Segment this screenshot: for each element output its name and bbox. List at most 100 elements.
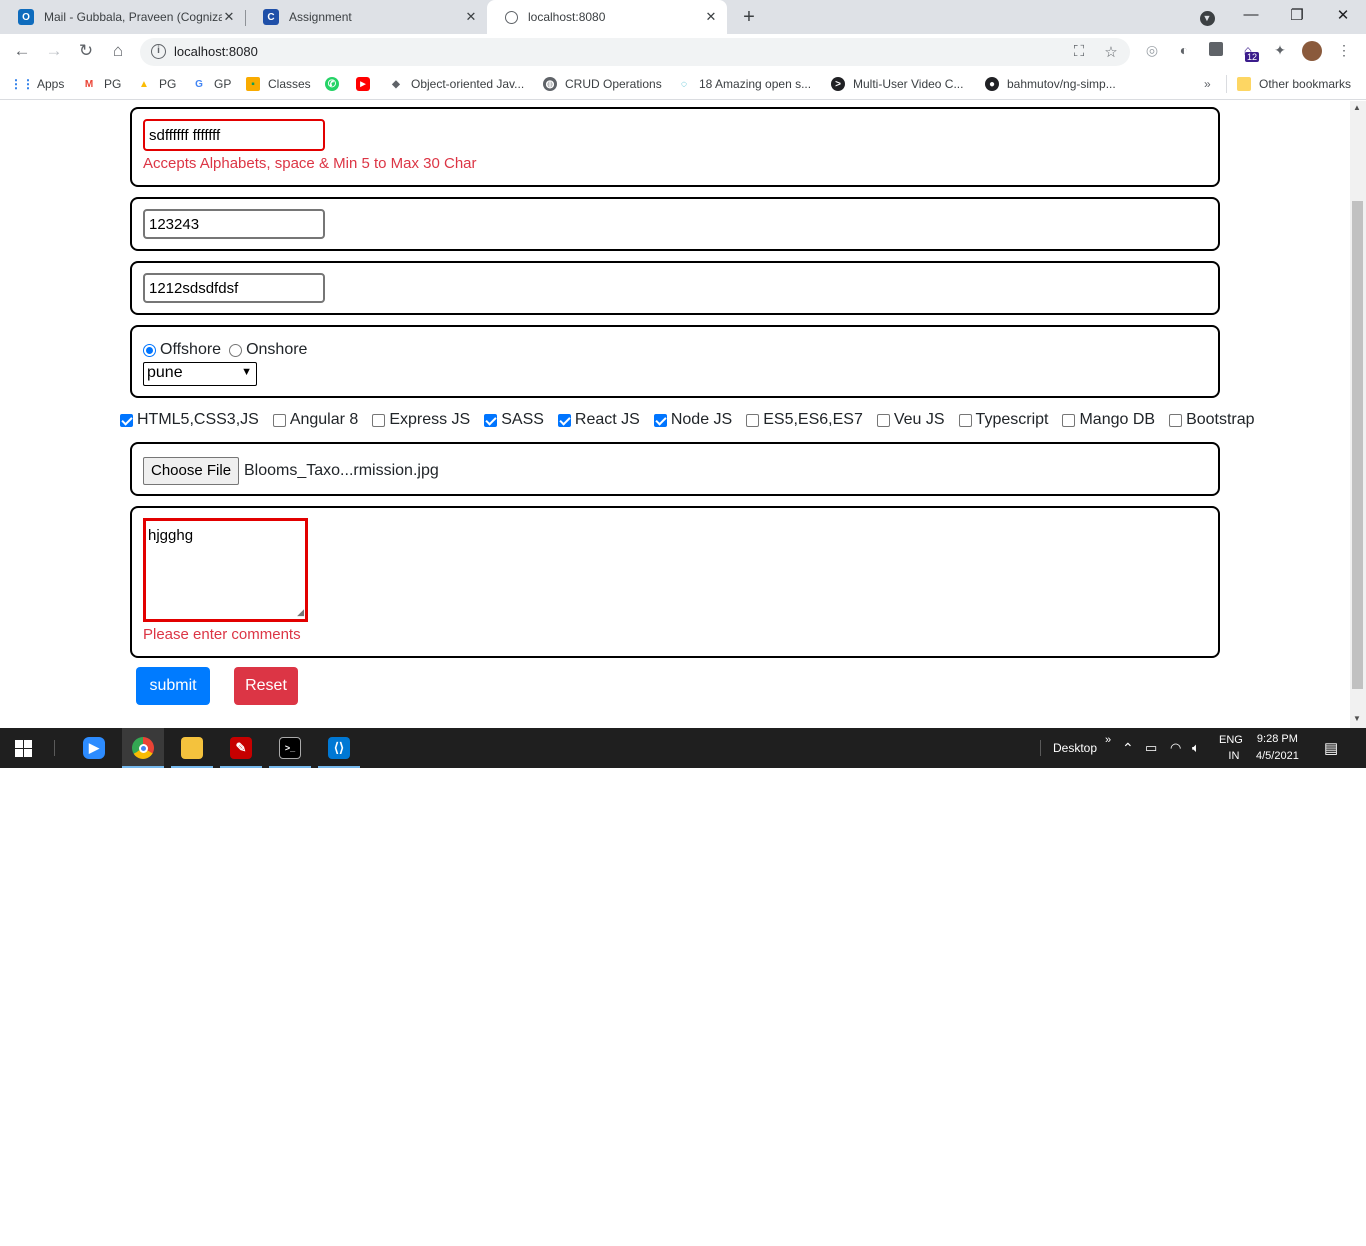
extensions-puzzle-icon[interactable]: ✦ [1271,42,1289,60]
bookmark-apps[interactable]: ⋮⋮ Apps [10,77,64,91]
acrobat-icon[interactable]: ✎ [220,728,262,768]
name-input[interactable] [143,119,325,151]
battery-icon[interactable]: ▭ [1145,728,1157,768]
extension-icon[interactable] [1207,42,1225,60]
close-icon[interactable]: ✕ [221,9,237,25]
extension-icon[interactable]: ◐ [1175,42,1193,60]
scroll-down-icon[interactable]: ▼ [1353,714,1361,723]
language-indicator[interactable]: ENG IN [1219,728,1243,768]
reload-icon[interactable]: ↻ [75,41,97,61]
city-select[interactable]: pune ▼ [143,362,257,386]
skill-react[interactable]: React JS [557,411,640,429]
skill-typescript[interactable]: Typescript [958,411,1048,429]
close-window-icon[interactable]: ✕ [1333,6,1353,24]
skill-vue[interactable]: Veu JS [876,411,945,429]
tab-assignment[interactable]: C Assignment ✕ [245,0,487,34]
scroll-up-icon[interactable]: ▲ [1353,103,1361,112]
avatar[interactable] [1302,41,1322,61]
skill-node[interactable]: Node JS [653,411,732,429]
choose-file-button[interactable]: Choose File [143,457,240,485]
tab-title: localhost:8080 [528,10,606,24]
url-text[interactable]: localhost:8080 [174,44,258,59]
skill-mongodb[interactable]: Mango DB [1062,411,1155,429]
desktop-toolbar[interactable]: Desktop » [1053,728,1111,768]
windows-start-icon[interactable] [2,728,44,768]
reset-button[interactable]: Reset [234,667,298,705]
skill-sass[interactable]: SASS [484,411,544,429]
bookmark-whatsapp[interactable]: ✆ [325,77,347,91]
skill-express[interactable]: Express JS [372,411,470,429]
bookmark-label: Other bookmarks [1259,77,1352,91]
tab-mail[interactable]: O Mail - Gubbala, Praveen (Cognizant) ✕ [0,0,245,34]
site-info-icon[interactable]: i [151,44,166,59]
bookmark-video[interactable]: > Multi-User Video C... [831,77,963,91]
bookmark-opensource[interactable]: ◌ 18 Amazing open s... [677,77,811,91]
bookmark-google[interactable]: G GP [192,77,231,91]
submit-button[interactable]: submit [136,667,210,705]
skill-checkbox[interactable] [1062,413,1076,427]
skill-es[interactable]: ES5,ES6,ES7 [746,411,863,429]
skill-checkbox[interactable] [653,413,667,427]
skill-checkbox[interactable] [958,413,972,427]
close-icon[interactable]: ✕ [463,9,479,25]
back-icon[interactable]: ← [11,41,33,61]
wifi-icon[interactable]: ◠ [1170,728,1181,768]
vscode-icon[interactable]: ⟨⟩ [318,728,360,768]
skill-html[interactable]: HTML5,CSS3,JS [120,411,259,429]
bookmark-oop-java[interactable]: ◆ Object-oriented Jav... [389,77,524,91]
page-scrollbar[interactable]: ▲ ▼ [1350,101,1366,728]
skill-checkbox[interactable] [876,413,890,427]
bookmark-youtube[interactable]: ▶ [356,77,378,91]
bookmark-star-icon[interactable]: ☆ [1102,43,1120,61]
skill-checkbox[interactable] [484,413,498,427]
skill-checkbox[interactable] [120,413,133,427]
file-explorer-icon[interactable] [171,728,213,768]
skill-checkbox[interactable] [372,413,386,427]
onshore-radio[interactable] [229,343,243,357]
active-indicator [220,766,262,768]
tab-localhost[interactable]: localhost:8080 ✕ [487,0,727,34]
bookmark-github[interactable]: ● bahmutov/ng-simp... [985,77,1116,91]
zoom-icon[interactable]: ▶ [73,728,115,768]
bookmark-classes[interactable]: ▪ Classes [246,77,311,91]
bookmark-drive[interactable]: ▲ PG [137,77,176,91]
home-icon[interactable]: ⌂ [107,41,129,61]
skill-checkbox[interactable] [557,413,571,427]
skill-checkbox[interactable] [272,413,286,427]
notifications-icon[interactable]: ▤ [1324,728,1338,768]
terminal-icon[interactable]: >_ [269,728,311,768]
skill-bootstrap[interactable]: Bootstrap [1169,411,1255,429]
skill-angular[interactable]: Angular 8 [272,411,358,429]
onshore-label: Onshore [246,341,308,358]
comments-textarea[interactable]: hjgghg ◢ [143,518,308,622]
tab-search-icon[interactable]: ▼ [1197,8,1217,26]
skill-checkbox[interactable] [746,413,760,427]
bookmark-crud[interactable]: ◍ CRUD Operations [543,77,662,91]
extension-icon[interactable]: ◎ [1143,42,1161,60]
number-input[interactable] [143,209,325,239]
forward-icon[interactable]: → [43,41,65,61]
skill-checkbox[interactable] [1169,413,1183,427]
restore-icon[interactable]: ❐ [1287,6,1307,24]
volume-icon[interactable]: 🔈︎ [1192,728,1200,768]
bookmark-gmail[interactable]: M PG [82,77,122,91]
minimize-icon[interactable]: — [1241,6,1261,23]
menu-kebab-icon[interactable]: ⋮ [1335,42,1353,60]
translate-icon[interactable]: ⛶ [1070,43,1088,60]
offshore-radio[interactable] [143,343,156,357]
chrome-icon[interactable] [122,728,164,768]
classroom-icon: ▪ [246,77,260,91]
address-bar[interactable]: i localhost:8080 ⛶ ☆ [140,38,1130,66]
new-tab-icon[interactable]: + [739,6,759,29]
resize-grip-icon[interactable]: ◢ [297,607,304,618]
other-bookmarks[interactable]: Other bookmarks [1237,77,1351,91]
github-icon: ● [985,77,999,91]
more-bookmarks-icon[interactable]: » [1204,77,1211,91]
scrollbar-thumb[interactable] [1352,201,1363,689]
graduation-cap-icon[interactable]: ⌂ 12 [1239,42,1260,62]
show-hidden-icons-icon[interactable]: ⌃ [1122,728,1134,768]
clock[interactable]: 9:28 PM 4/5/2021 [1256,728,1299,768]
youtube-icon: ▶ [356,77,370,91]
close-icon[interactable]: ✕ [703,9,719,25]
code-input[interactable] [143,273,325,303]
